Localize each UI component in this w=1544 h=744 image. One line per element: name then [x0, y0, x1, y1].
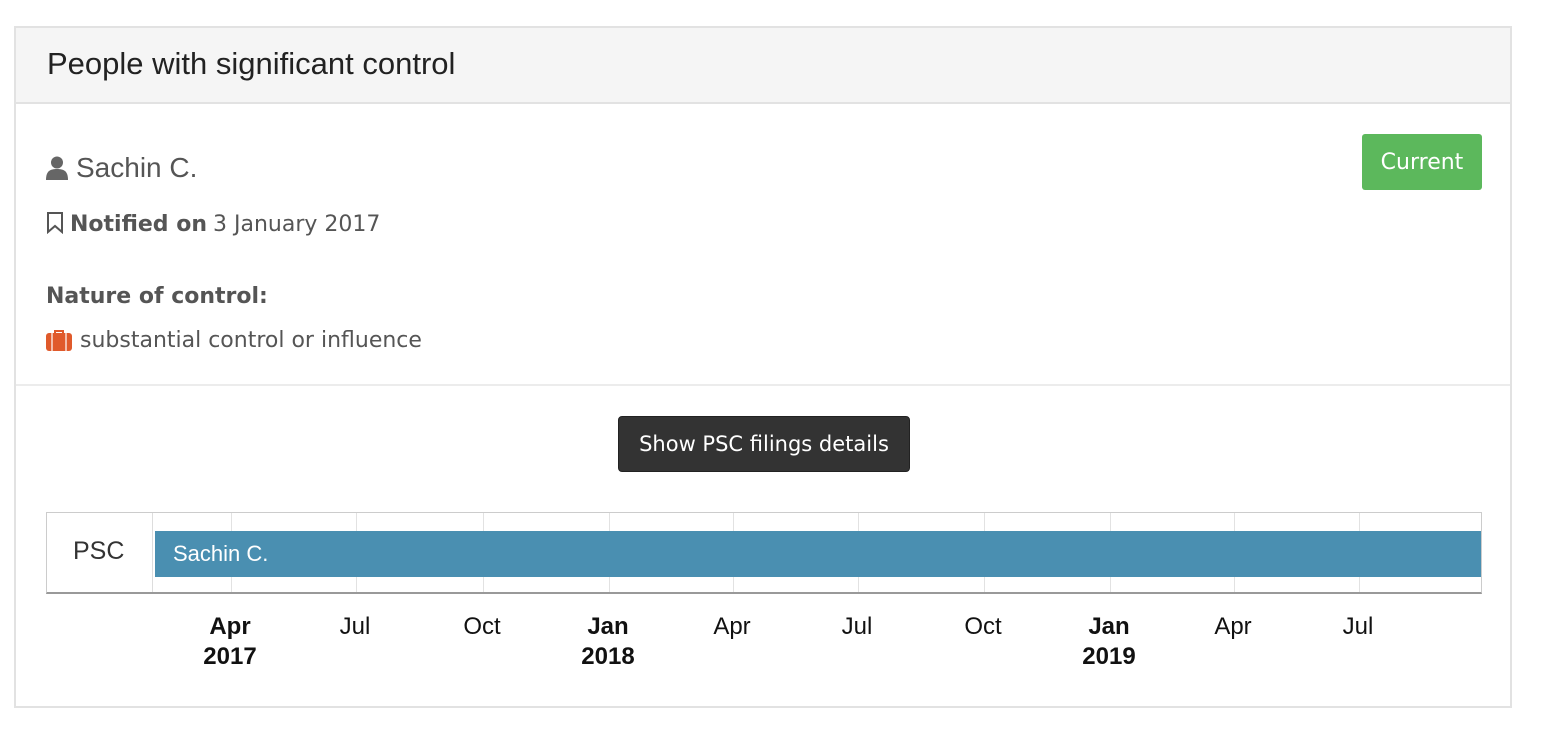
bookmark-icon [47, 212, 63, 234]
axis-tick: Oct [964, 613, 1002, 640]
show-psc-filings-button[interactable]: Show PSC filings details [618, 416, 910, 472]
nature-of-control-text: substantial control or influence [80, 328, 422, 353]
user-icon [46, 156, 68, 180]
timeline-bar-label: Sachin C. [173, 541, 269, 566]
axis-tick: Jul [841, 613, 873, 640]
status-badge: Current [1362, 134, 1482, 190]
nature-of-control-item: substantial control or influence [46, 328, 422, 353]
notified-date: 3 January 2017 [213, 212, 381, 237]
axis-tick: Jan 2018 [581, 613, 635, 670]
timeline-row-label: PSC [73, 537, 125, 565]
psc-panel: People with significant control Sachin C… [14, 26, 1512, 708]
panel-title: People with significant control [47, 46, 456, 81]
timeline-label-cell: PSC [47, 513, 153, 592]
axis-tick: Apr 2017 [203, 613, 257, 670]
psc-name[interactable]: Sachin C. [76, 152, 197, 184]
panel-heading: People with significant control [16, 28, 1510, 104]
notified-row: Notified on 3 January 2017 [46, 212, 380, 242]
briefcase-icon [46, 330, 72, 351]
axis-tick: Jul [339, 613, 371, 640]
axis-tick: Jul [1342, 613, 1374, 640]
notified-label: Notified on [70, 212, 207, 237]
section-divider [16, 384, 1510, 386]
psc-timeline: PSC Sachin C. [46, 512, 1482, 594]
timeline-axis: Apr 2017 Jul Oct Jan 2018 Apr Jul Oct Jan 2… [46, 612, 1482, 692]
axis-tick: Apr [1214, 613, 1252, 640]
nature-of-control-label: Nature of control: [46, 284, 268, 309]
timeline-bar[interactable]: Sachin C. [155, 531, 1481, 577]
axis-tick: Apr [713, 613, 751, 640]
axis-tick: Oct [463, 613, 501, 640]
axis-tick: Jan 2019 [1082, 613, 1136, 670]
